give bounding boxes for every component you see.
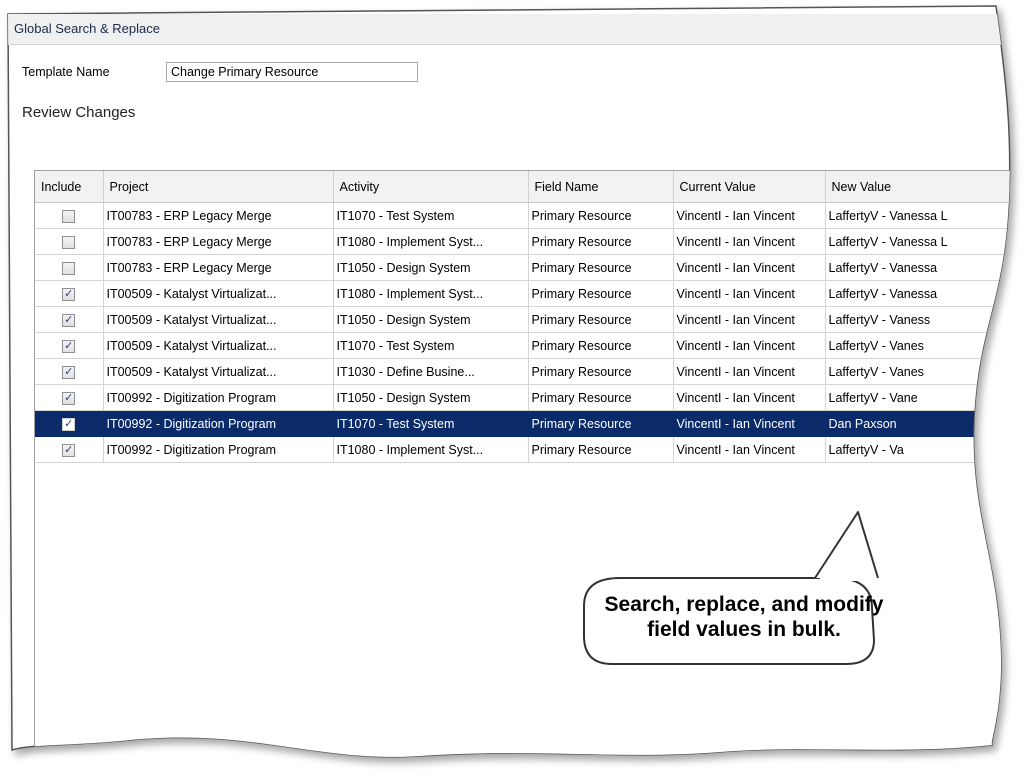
callout-bubble <box>0 0 1032 781</box>
callout-text: Search, replace, and modify field values… <box>604 593 884 641</box>
dialog-content: Global Search & Replace Template Name Re… <box>0 0 1032 781</box>
